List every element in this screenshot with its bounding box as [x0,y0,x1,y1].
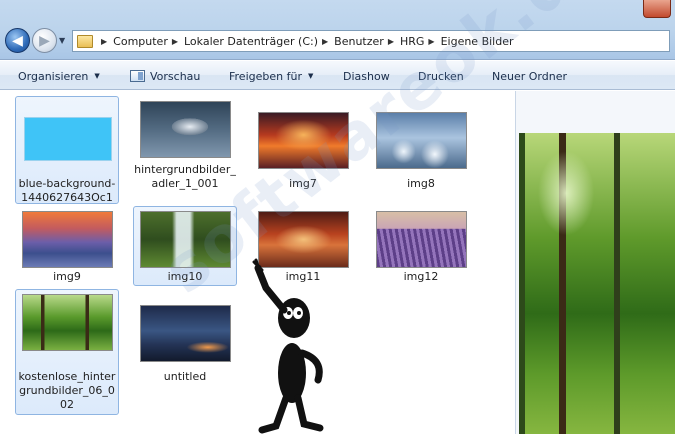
preview-pane [515,91,675,434]
file-thumbnail [258,112,349,169]
share-button[interactable]: Freigeben für ▼ [223,65,319,87]
file-name: img11 [285,270,321,283]
file-name: hintergrundbilder_adler_1_001 [134,163,236,190]
recent-pages-dropdown[interactable]: ▼ [59,36,65,45]
file-name: img12 [403,270,439,283]
breadcrumb-computer[interactable]: Computer [113,35,168,48]
close-window-button[interactable] [643,0,671,18]
slideshow-label: Diashow [343,69,390,83]
preview-button[interactable]: Vorschau [124,65,206,87]
chevron-right-icon[interactable]: ▶ [322,37,328,46]
folder-icon [77,34,93,48]
file-name: img7 [289,177,317,190]
chevron-down-icon: ▼ [307,72,314,80]
share-label: Freigeben für [229,69,302,83]
file-item[interactable]: img7 [251,96,355,204]
window-chrome: ◀ ▶ ▼ ▶ Computer ▶ Lokaler Datenträger (… [0,0,675,60]
chevron-right-icon[interactable]: ▶ [172,37,178,46]
chevron-down-icon: ▼ [94,72,100,80]
file-thumbnail [140,101,231,158]
forward-button[interactable]: ▶ [32,28,57,53]
file-thumbnail [22,294,113,351]
file-thumbnail [376,112,467,169]
file-thumbnail [258,211,349,268]
arrow-right-icon: ▶ [39,32,50,49]
file-thumbnail [24,117,112,161]
breadcrumb-hrg[interactable]: HRG [400,35,424,48]
file-thumbnail [140,211,231,268]
chevron-right-icon[interactable]: ▶ [428,37,434,46]
file-item[interactable]: hintergrundbilder_adler_1_001 [133,96,237,204]
preview-label: Vorschau [150,69,201,83]
file-item[interactable]: img11 [251,206,355,286]
new-folder-button[interactable]: Neuer Ordner [486,65,573,87]
breadcrumb-benutzer[interactable]: Benutzer [334,35,384,48]
new-folder-label: Neuer Ordner [492,69,567,83]
print-button[interactable]: Drucken [412,65,470,87]
breadcrumb-drive-c[interactable]: Lokaler Datenträger (C:) [184,35,318,48]
file-name: img9 [53,270,81,283]
command-bar: Organisieren ▼ Vorschau Freigeben für ▼ … [0,61,675,90]
address-bar[interactable]: ▶ Computer ▶ Lokaler Datenträger (C:) ▶ … [72,30,670,52]
preview-image [519,133,675,434]
file-item[interactable]: blue-background-1440627643Oc1 [15,96,119,204]
file-item[interactable]: untitled [133,289,237,389]
file-name: img8 [407,177,435,190]
chevron-right-icon[interactable]: ▶ [388,37,394,46]
file-thumbnail [376,211,467,268]
file-item[interactable]: img10 [133,206,237,286]
breadcrumb-eigene-bilder[interactable]: Eigene Bilder [441,35,514,48]
organize-label: Organisieren [18,69,89,83]
file-thumbnail [22,211,113,268]
print-label: Drucken [418,69,464,83]
file-list: blue-background-1440627643Oc1 hintergrun… [0,91,515,434]
file-item[interactable]: img12 [369,206,473,286]
file-item[interactable]: kostenlose_hintergrundbilder_06_002 [15,289,119,415]
preview-icon [130,70,145,82]
file-name: kostenlose_hintergrundbilder_06_002 [18,370,116,411]
back-button[interactable]: ◀ [5,28,30,53]
file-name: blue-background-1440627643Oc1 [18,177,116,204]
file-thumbnail [140,305,231,362]
arrow-left-icon: ◀ [12,32,23,49]
file-item[interactable]: img8 [369,96,473,204]
organize-button[interactable]: Organisieren ▼ [12,65,106,87]
file-item[interactable]: img9 [15,206,119,286]
slideshow-button[interactable]: Diashow [337,65,396,87]
file-name: untitled [163,370,207,383]
file-name: img10 [167,270,203,283]
chevron-right-icon[interactable]: ▶ [101,37,107,46]
